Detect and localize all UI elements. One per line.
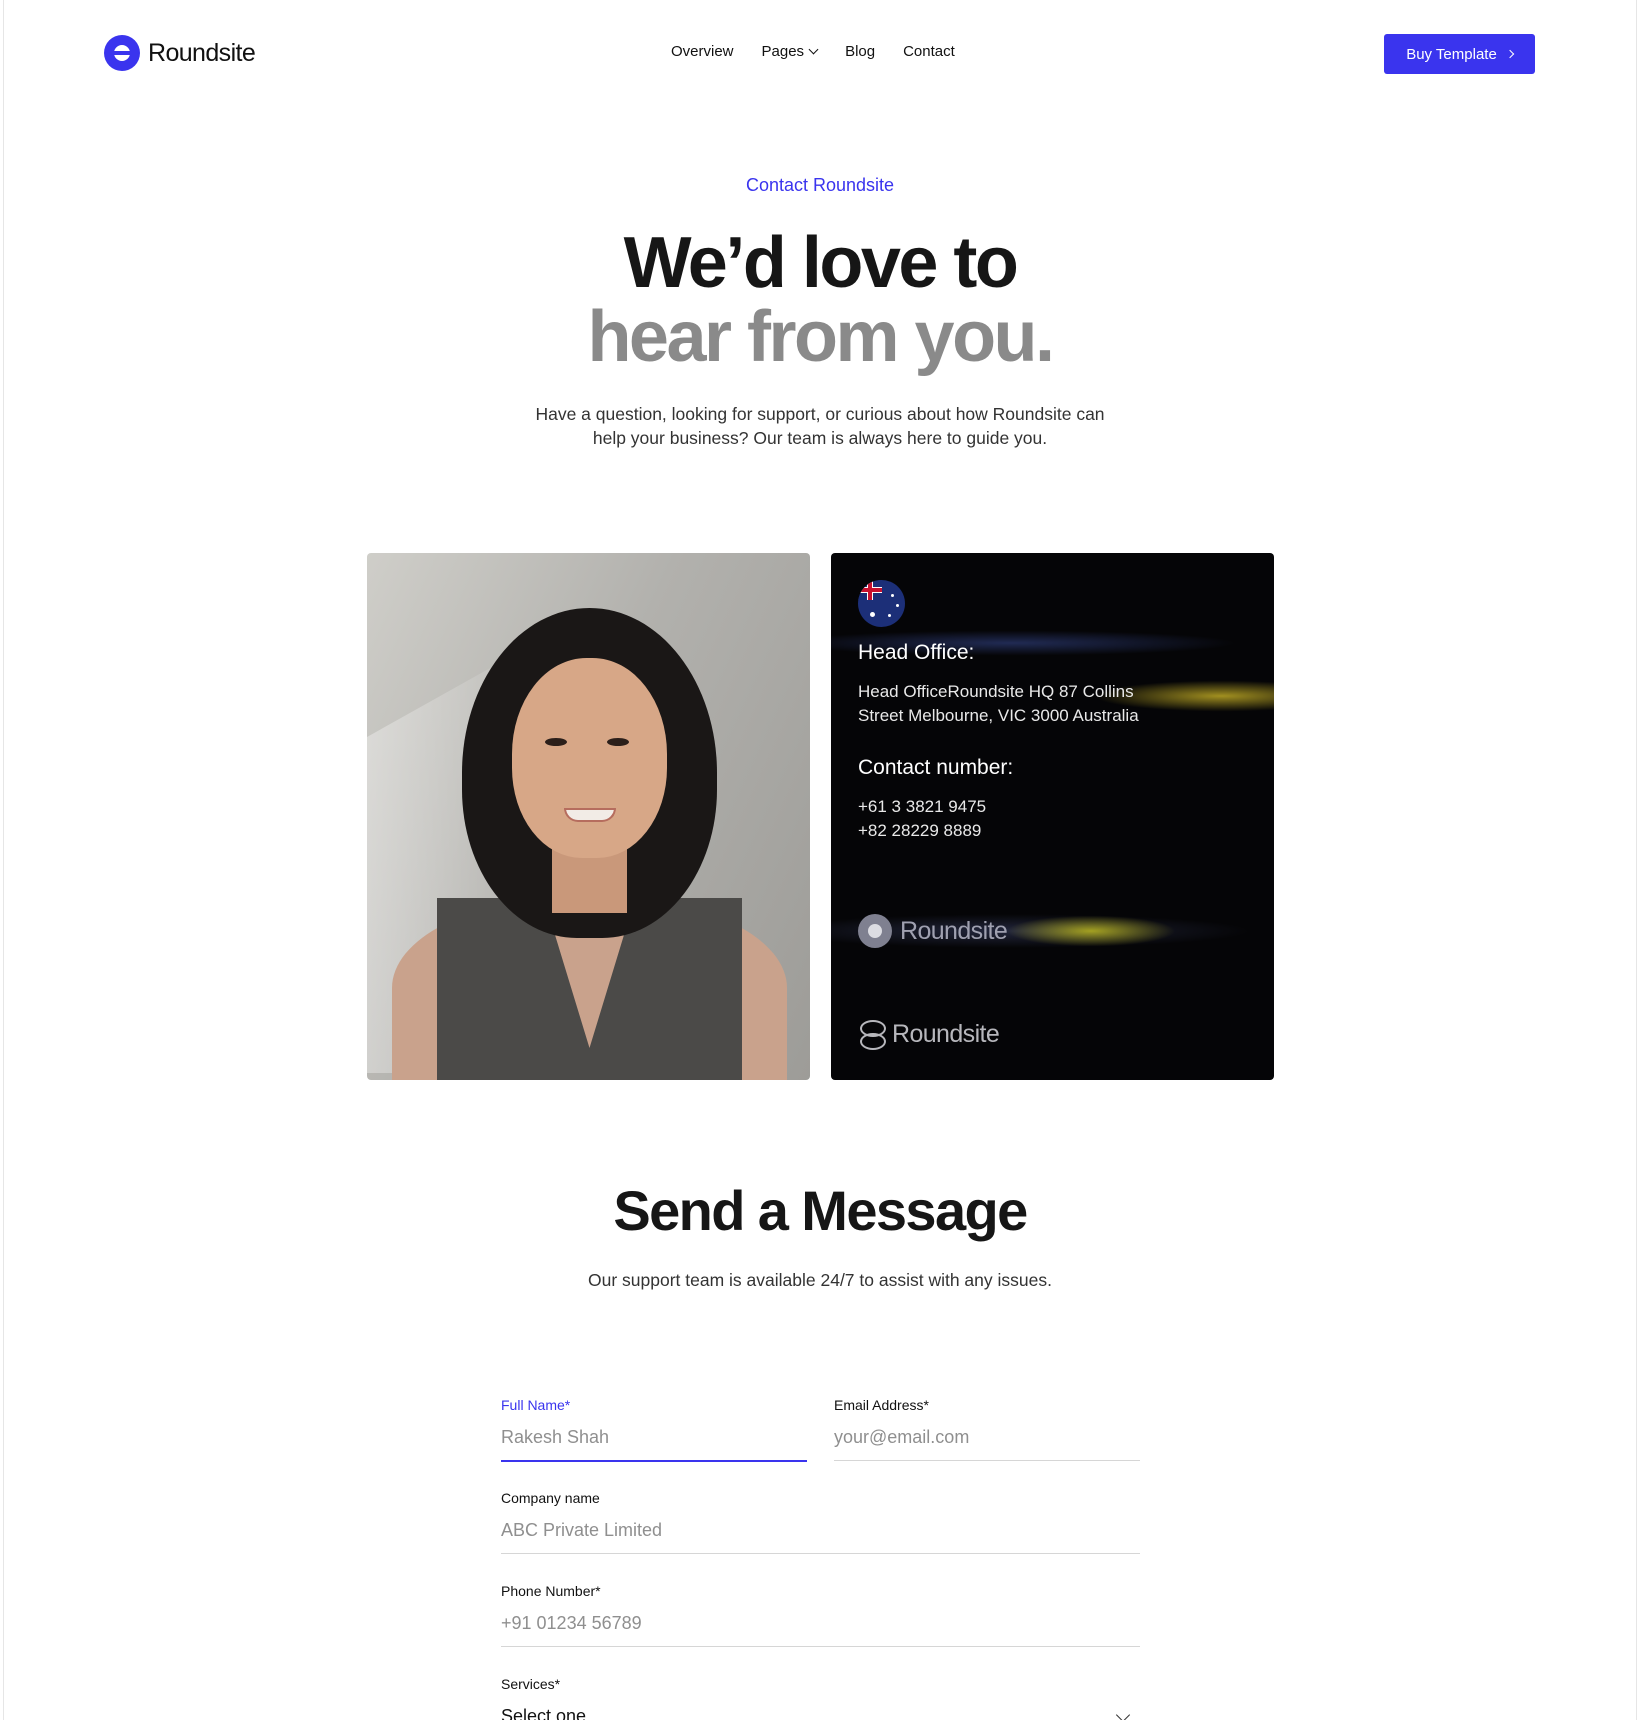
nav-item-pages[interactable]: Pages [761, 43, 819, 60]
address-line-2: Street Melbourne, VIC 3000 Australia [858, 706, 1139, 725]
nav-item-blog[interactable]: Blog [845, 43, 875, 60]
brand-logo[interactable]: Roundsite [104, 35, 256, 71]
flag-star [888, 614, 891, 617]
buy-template-button[interactable]: Buy Template [1384, 34, 1535, 74]
services-select[interactable]: Select one [501, 1706, 1140, 1720]
photo-eye-left [545, 738, 567, 746]
services-selected: Select one [501, 1706, 587, 1720]
email-label: Email Address* [834, 1397, 929, 1413]
full-name-label: Full Name* [501, 1397, 571, 1413]
photo-smile [564, 808, 616, 822]
phone-label: Phone Number* [501, 1583, 601, 1599]
contact-number-title: Contact number: [858, 756, 1014, 779]
company-label: Company name [501, 1490, 600, 1506]
brand-ghost-text-1: Roundsite [900, 916, 1008, 945]
photo-face [512, 658, 667, 858]
buy-template-label: Buy Template [1406, 45, 1497, 63]
email-field: Email Address* [834, 1397, 1140, 1461]
phone-input[interactable] [501, 1613, 1140, 1647]
nav-item-overview[interactable]: Overview [671, 43, 734, 60]
flag-star [891, 594, 894, 597]
logo-mark-icon [858, 914, 892, 948]
chevron-down-icon [1115, 1707, 1131, 1720]
services-label: Services* [501, 1676, 561, 1692]
form-title: Send a Message [613, 1179, 1028, 1242]
hero-title-line1: We’d love to [623, 223, 1019, 303]
brand-name: Roundsite [148, 38, 256, 67]
phone-number-1[interactable]: +61 3 3821 9475 [858, 797, 986, 816]
full-name-input[interactable] [501, 1427, 807, 1462]
phone-field: Phone Number* [501, 1583, 1140, 1647]
nav-item-contact[interactable]: Contact [903, 43, 955, 60]
head-office-title: Head Office: [858, 641, 975, 664]
office-info-card: Head Office: Head OfficeRoundsite HQ 87 … [831, 553, 1274, 1080]
hero-title: We’d love to hear from you. [0, 226, 1640, 374]
chevron-down-icon [808, 44, 819, 55]
phone-number-2[interactable]: +82 28229 8889 [858, 821, 981, 840]
brand-ghost-logo-2: Roundsite [858, 1019, 1000, 1050]
email-input[interactable] [834, 1427, 1140, 1461]
flag-star [896, 604, 899, 607]
nav-item-pages-label: Pages [761, 43, 805, 60]
hero-subtitle: Have a question, looking for support, or… [535, 404, 1105, 448]
company-input[interactable] [501, 1520, 1140, 1554]
head-office-address: Head OfficeRoundsite HQ 87 Collins Stree… [858, 680, 1238, 728]
full-name-field: Full Name* [501, 1397, 807, 1462]
logo-mark-icon [104, 35, 140, 71]
services-field: Services* Select one [501, 1676, 1140, 1720]
flag-star [870, 612, 875, 617]
hero-title-line2: hear from you. [587, 297, 1055, 377]
chevron-right-icon [1505, 49, 1515, 59]
brand-ghost-text-2: Roundsite [892, 1019, 1000, 1048]
hero-eyebrow: Contact Roundsite [745, 175, 895, 195]
brand-ghost-logo-1: Roundsite [858, 914, 1008, 948]
logo-outline-icon [858, 1019, 886, 1050]
australia-flag-icon [858, 580, 905, 627]
team-member-photo [367, 553, 810, 1080]
address-line-1: Head OfficeRoundsite HQ 87 Collins [858, 682, 1134, 701]
photo-eye-right [607, 738, 629, 746]
company-field: Company name [501, 1490, 1140, 1554]
form-subtitle: Our support team is available 24/7 to as… [588, 1270, 1052, 1290]
contact-numbers: +61 3 3821 9475 +82 28229 8889 [858, 795, 1238, 843]
main-nav: Overview Pages Blog Contact [671, 43, 955, 60]
